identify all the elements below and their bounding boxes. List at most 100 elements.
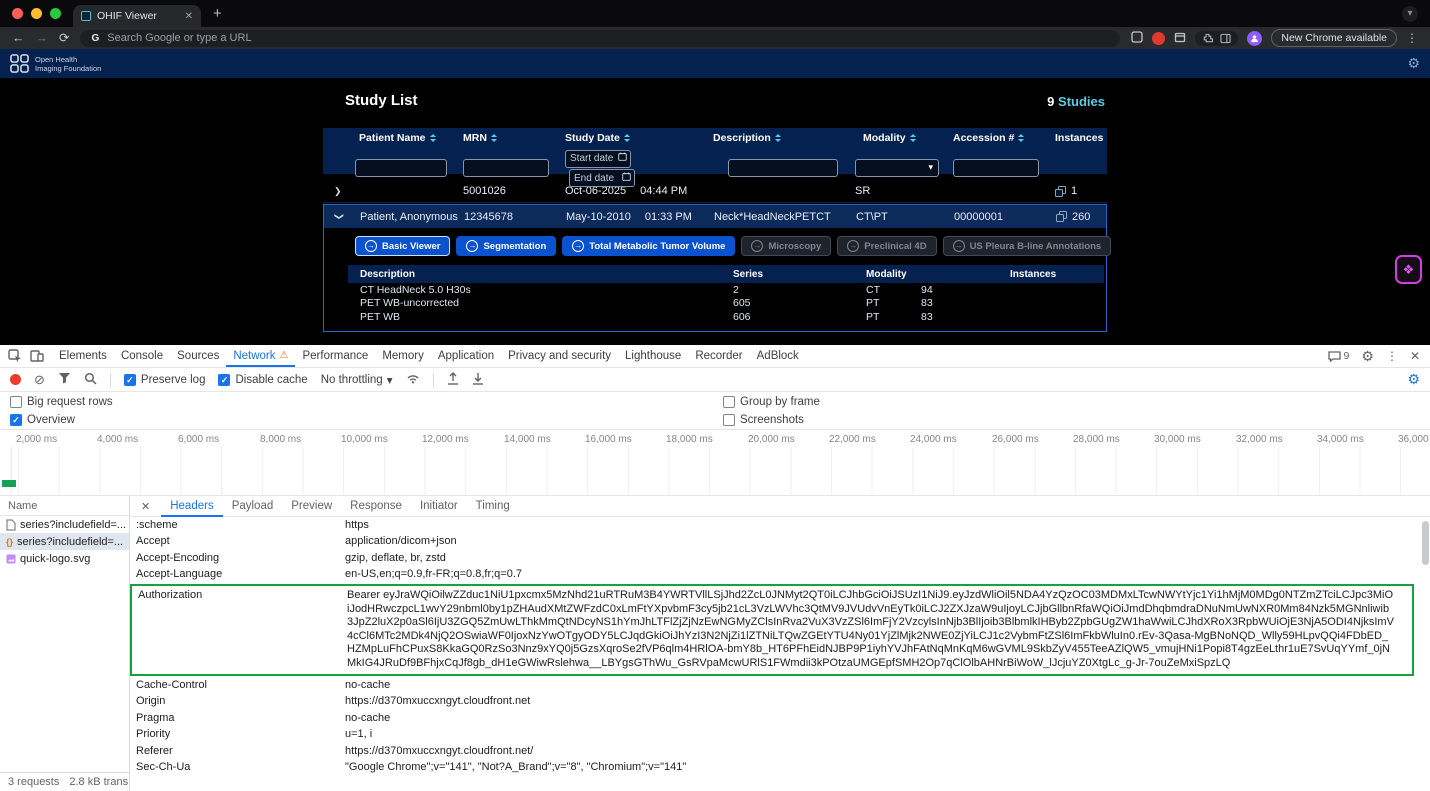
basic-viewer-button[interactable]: →Basic Viewer [355,236,450,256]
adblock-extension-icon[interactable] [1152,32,1165,45]
minimize-window-button[interactable] [31,8,42,19]
tab-memory[interactable]: Memory [375,345,431,367]
omnibox[interactable]: G Search Google or type a URL [80,30,1120,47]
record-button[interactable] [10,374,21,385]
tab-elements[interactable]: Elements [52,345,114,367]
study-date: May-10-2010 [566,211,631,223]
network-conditions-icon[interactable] [406,373,420,387]
disable-cache-checkbox[interactable]: ✓ Disable cache [218,374,307,386]
network-overview-timeline[interactable]: 2,000 ms 4,000 ms 6,000 ms 8,000 ms 10,0… [0,430,1430,496]
issues-button[interactable]: 9 [1328,350,1350,362]
column-patient-name[interactable]: Patient Name [355,132,459,144]
tmtv-button[interactable]: →Total Metabolic Tumor Volume [562,236,735,256]
browser-menu-icon[interactable]: ⋮ [1406,31,1418,45]
tab-application[interactable]: Application [431,345,501,367]
tab-console[interactable]: Console [114,345,170,367]
tab-network[interactable]: Network⚠ [226,345,295,367]
devtools-close-icon[interactable]: ✕ [1410,349,1420,363]
description-filter-input[interactable] [728,159,838,177]
microscopy-button: →Microscopy [741,236,831,256]
tab-recorder[interactable]: Recorder [688,345,749,367]
group-by-frame-checkbox[interactable]: Group by frame [723,396,820,408]
extension-icon[interactable] [1131,31,1143,46]
timeline-label: 22,000 ms [829,434,876,445]
series-row[interactable]: PET WB 606 PT 83 [348,310,1104,324]
clear-icon[interactable]: ⊘ [34,373,45,386]
series-row[interactable]: PET WB-uncorrected 605 PT 83 [348,297,1104,311]
study-row-selected[interactable]: ❯ Patient, Anonymous 12345678 May-10-201… [324,205,1106,228]
network-toolbar: ⊘ ✓ Preserve log ✓ Disable cache No thro… [0,368,1430,392]
extension-widget-button[interactable]: ❖ [1395,255,1422,284]
request-row[interactable]: quick-logo.svg [0,550,129,567]
timeline-label: 18,000 ms [666,434,713,445]
back-icon[interactable]: ← [12,27,25,49]
big-request-rows-checkbox[interactable]: Big request rows [10,396,113,408]
patient-name-filter-input[interactable] [355,159,447,177]
launch-icon: → [953,240,965,252]
overview-checkbox[interactable]: ✓ Overview [10,414,75,426]
omnibox-placeholder: Search Google or type a URL [107,32,251,44]
launch-icon: → [751,240,763,252]
new-chrome-available-button[interactable]: New Chrome available [1271,29,1397,47]
export-har-icon[interactable] [472,372,484,388]
import-har-icon[interactable] [447,372,459,388]
ohif-logo-icon [10,54,29,73]
caret-down-icon: ▾ [387,373,393,387]
tab-adblock[interactable]: AdBlock [750,345,806,367]
device-toolbar-icon[interactable] [30,349,44,363]
segmentation-button[interactable]: →Segmentation [456,236,556,256]
extension-box-icon[interactable] [1174,31,1186,46]
checkbox-unchecked-icon [723,414,735,426]
screenshots-checkbox[interactable]: Screenshots [723,414,804,426]
tab-close-icon[interactable]: ✕ [185,11,193,22]
inspect-element-icon[interactable] [8,349,22,363]
extensions-pill[interactable] [1195,31,1238,46]
devtools-menu-icon[interactable]: ⋮ [1386,349,1398,363]
column-description[interactable]: Description [709,132,851,144]
chevron-right-icon[interactable]: ❯ [323,186,355,197]
reload-icon[interactable]: ⟳ [59,27,69,49]
mrn-filter-input[interactable] [463,159,549,177]
tab-privacy[interactable]: Privacy and security [501,345,618,367]
checkbox-checked-icon: ✓ [124,374,136,386]
caret-down-icon: ▾ [928,162,933,173]
column-study-date[interactable]: Study Date [561,132,709,144]
tab-lighthouse[interactable]: Lighthouse [618,345,688,367]
request-row[interactable]: series?includefield=... [0,516,129,533]
google-logo-icon: G [91,33,99,44]
sort-icon [624,134,630,142]
profile-avatar[interactable] [1247,31,1262,46]
scrollbar-thumb[interactable] [1422,521,1429,565]
column-mrn[interactable]: MRN [459,132,561,144]
series-row[interactable]: CT HeadNeck 5.0 H30s 2 CT 94 [348,283,1104,297]
maximize-window-button[interactable] [50,8,61,19]
column-modality[interactable]: Modality [851,132,949,144]
browser-tab[interactable]: OHIF Viewer ✕ [73,5,201,27]
throttling-select[interactable]: No throttling ▾ [321,373,393,387]
modality-select[interactable]: ▾ [855,159,939,177]
accession-filter-input[interactable] [953,159,1039,177]
new-tab-button[interactable]: + [213,0,222,27]
network-settings-gear-icon[interactable]: ⚙ [1407,371,1420,388]
tab-search-icon[interactable]: ▾ [1402,6,1418,22]
study-time: 01:33 PM [645,211,692,223]
detail-close-icon[interactable]: ✕ [130,500,161,513]
forward-icon[interactable]: → [36,27,49,49]
header-row: Acceptapplication/dicom+json [130,534,1430,551]
study-row[interactable]: ❯ 5001026 Oct-06-2025 04:44 PM SR 1 [323,180,1107,203]
tab-sources[interactable]: Sources [170,345,226,367]
study-list-page: Study List 9 Studies Patient Name MRN St… [0,78,1430,345]
request-list-header[interactable]: Name [0,496,129,516]
search-icon[interactable] [84,372,97,388]
request-headers-list[interactable]: :schemehttps Acceptapplication/dicom+jso… [130,514,1430,791]
devtools-settings-gear-icon[interactable]: ⚙ [1361,348,1374,365]
column-accession[interactable]: Accession # [949,132,1051,144]
tab-performance[interactable]: Performance [295,345,375,367]
filter-icon[interactable] [58,372,71,387]
ohif-settings-gear-icon[interactable]: ⚙ [1407,55,1420,72]
request-row-selected[interactable]: {} series?includefield=... [0,533,129,550]
chevron-down-icon[interactable]: ❯ [324,211,356,222]
preserve-log-checkbox[interactable]: ✓ Preserve log [124,374,206,386]
sort-icon [775,134,781,142]
close-window-button[interactable] [12,8,23,19]
